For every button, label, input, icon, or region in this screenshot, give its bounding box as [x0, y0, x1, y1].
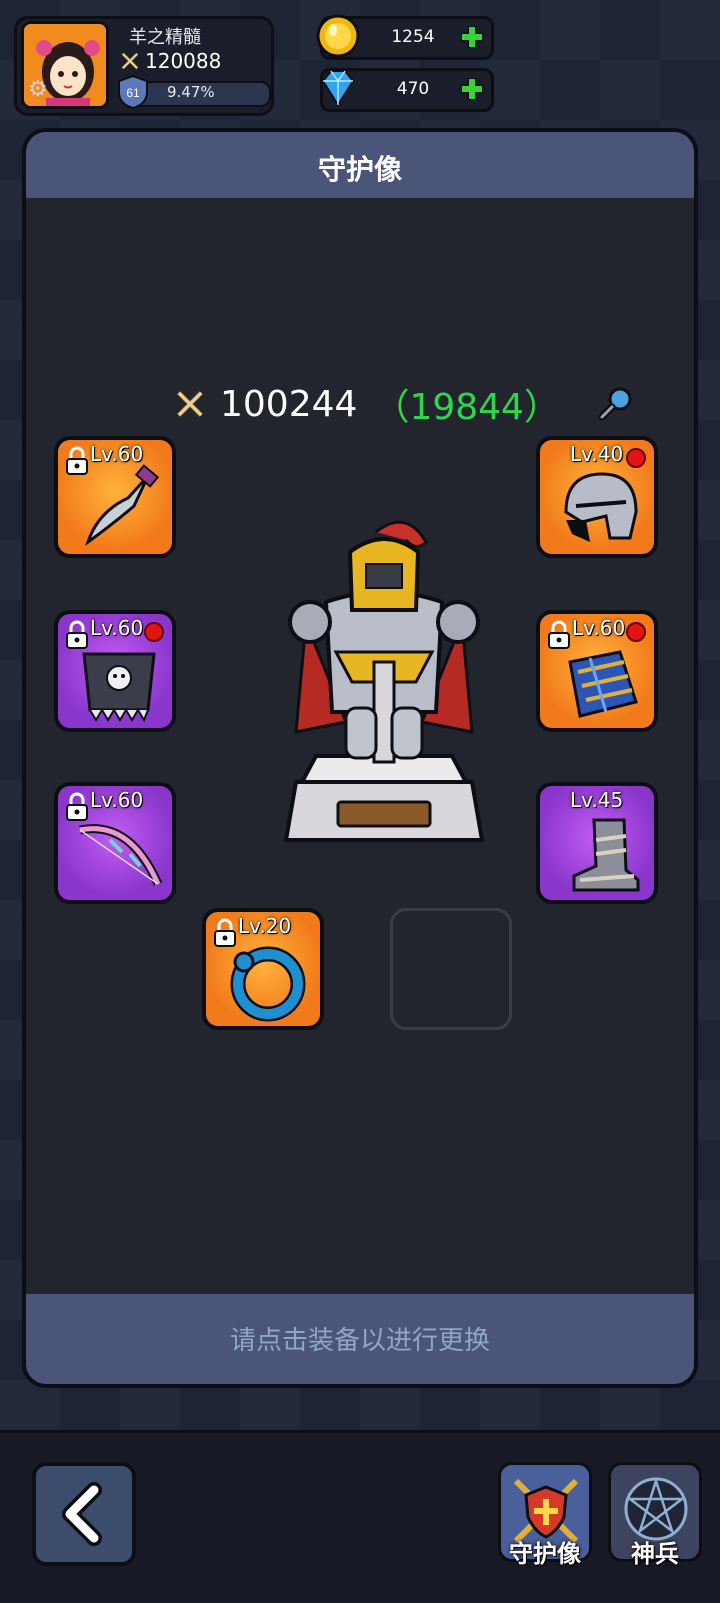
slot-level: Lv.40	[570, 442, 624, 466]
slot-level: Lv.60	[90, 442, 144, 466]
equip-slot-ring[interactable]: Lv.20	[202, 908, 324, 1030]
slot-level: Lv.60	[90, 788, 144, 812]
equip-slot-gauntlets[interactable]: Lv.60	[536, 610, 658, 732]
player-profile[interactable]: ⚙ 羊之精髓 120088 61 9.47%	[14, 16, 274, 116]
alert-dot	[626, 448, 646, 468]
lock-icon	[66, 620, 88, 649]
nav-weapon-label: 神兵	[631, 1540, 679, 1568]
lock-icon	[548, 620, 570, 649]
equip-slot-bow[interactable]: Lv.60	[54, 782, 176, 904]
nav-guardian-label: 守护像	[509, 1540, 581, 1568]
swords-icon	[121, 52, 139, 70]
equip-slot-boots[interactable]: Lv.45	[536, 782, 658, 904]
equip-slot-armor[interactable]: Lv.60	[54, 610, 176, 732]
panel-title: 守护像	[317, 153, 402, 186]
gauntlets-icon	[568, 650, 638, 718]
guardian-power: 100244 （19844）	[176, 378, 636, 430]
chevron-left-icon	[62, 1482, 102, 1546]
alert-dot	[626, 622, 646, 642]
gold-counter: 1254	[316, 14, 494, 60]
spiked-armor-icon	[82, 652, 156, 723]
gear-icon[interactable]: ⚙	[28, 78, 52, 102]
bow-icon	[79, 824, 163, 886]
nav-weapon-button[interactable]: 神兵	[608, 1462, 702, 1568]
player-power: 120088	[121, 49, 221, 73]
nav-guardian-button[interactable]: 守护像	[498, 1462, 592, 1568]
guardian-power-bonus: （19844）	[373, 387, 560, 428]
lock-icon	[66, 446, 88, 475]
gem-value: 470	[396, 79, 430, 99]
player-power-value: 120088	[145, 49, 222, 73]
equip-slot-empty[interactable]	[390, 908, 512, 1030]
boots-icon	[572, 818, 640, 892]
avatar[interactable]: ⚙	[21, 21, 109, 109]
diamond-icon	[321, 70, 355, 107]
level-shield-icon: 61	[118, 74, 148, 110]
gold-coin-icon	[316, 14, 360, 58]
slot-level: Lv.20	[238, 914, 292, 938]
slot-level: Lv.60	[90, 616, 144, 640]
equip-slot-helmet[interactable]: Lv.40	[536, 436, 658, 558]
gold-value: 1254	[391, 27, 435, 47]
exp-percent: 9.47%	[167, 83, 215, 101]
lock-icon	[214, 918, 236, 947]
back-button[interactable]	[32, 1462, 136, 1566]
add-gold-button[interactable]	[459, 24, 485, 50]
panel-header: 守护像	[26, 132, 694, 198]
equip-slot-dagger[interactable]: Lv.60	[54, 436, 176, 558]
magnifier-icon[interactable]	[596, 384, 636, 424]
slot-level: Lv.45	[570, 788, 624, 812]
player-name: 羊之精髓	[129, 27, 201, 48]
player-level: 61	[126, 86, 140, 100]
helmet-icon	[564, 472, 638, 542]
change-equipment-hint: 请点击装备以进行更换	[229, 1326, 490, 1356]
alert-dot	[144, 622, 164, 642]
panel-footer: 请点击装备以进行更换	[26, 1294, 694, 1384]
guardian-statue-image	[283, 520, 485, 842]
swords-icon	[177, 391, 203, 417]
guardian-power-value: 100244	[220, 383, 358, 425]
slot-level: Lv.60	[572, 616, 626, 640]
add-gems-button[interactable]	[459, 76, 485, 102]
guardian-panel: 守护像 100244 （19844） Lv.60 Lv.60 Lv.60 Lv.…	[22, 128, 698, 1388]
gem-counter: 470	[320, 68, 494, 112]
lock-icon	[66, 792, 88, 821]
